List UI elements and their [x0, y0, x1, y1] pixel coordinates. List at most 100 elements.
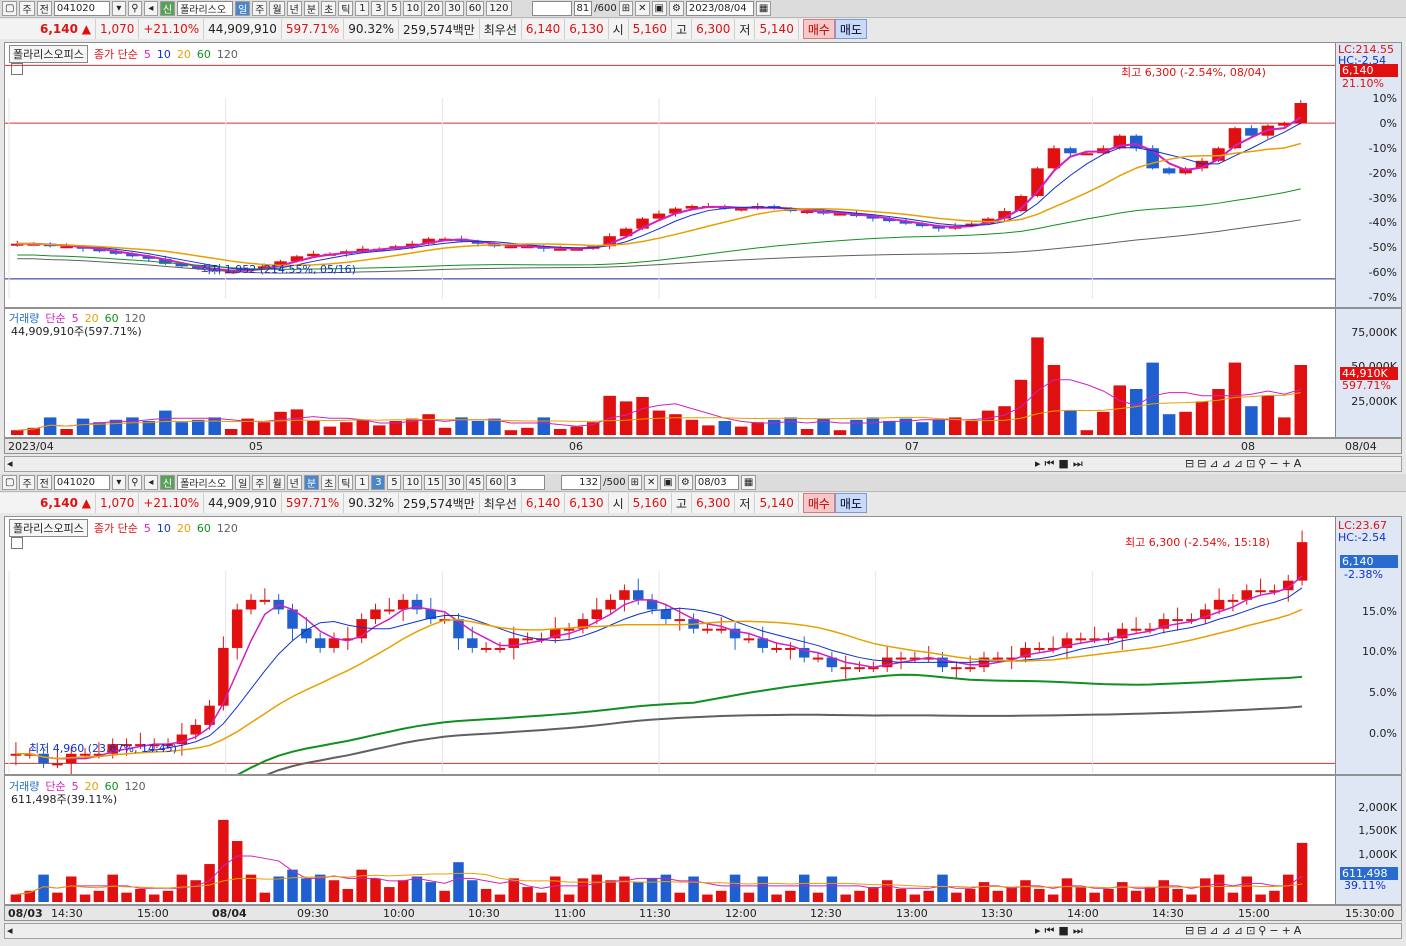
dropdown-icon[interactable]: ▾	[111, 475, 126, 490]
market-type-select[interactable]: 주	[19, 1, 35, 16]
display-count[interactable]: 132	[561, 475, 602, 490]
num-5-button[interactable]: 5	[387, 1, 402, 16]
num-30-button[interactable]: 30	[444, 475, 464, 490]
quote-price: 6,140	[39, 22, 78, 36]
prev-button[interactable]: 전	[36, 1, 52, 16]
calendar-icon[interactable]: ▦	[740, 475, 757, 490]
volume-bar	[1162, 414, 1176, 435]
zoom-in-icon[interactable]: ⊞	[618, 1, 634, 16]
tool-icon[interactable]: ✕	[635, 1, 650, 16]
num-1-button[interactable]: 1	[355, 1, 370, 16]
chart-tools[interactable]: ⊟⊟⊿⊿⊿⊡⚲−+A	[1185, 924, 1304, 937]
num-120-button[interactable]: 120	[486, 1, 512, 16]
date-input[interactable]: 2023/08/04	[685, 1, 754, 16]
period-tick-button[interactable]: 틱	[338, 475, 354, 490]
window-icon[interactable]: ▢	[2, 1, 18, 16]
gear-icon[interactable]: ⚙	[677, 475, 693, 490]
candle	[259, 599, 271, 602]
num-5-button[interactable]: 5	[387, 475, 402, 490]
date-input[interactable]: 08/03	[694, 475, 739, 490]
period-second-button[interactable]: 초	[321, 475, 337, 490]
period-day-button[interactable]: 일	[235, 475, 251, 490]
period-year-button[interactable]: 년	[286, 1, 302, 16]
tool-icon[interactable]: ✕	[644, 475, 659, 490]
period-month-button[interactable]: 월	[269, 475, 285, 490]
candle	[633, 590, 644, 600]
period-year-button[interactable]: 년	[286, 475, 302, 490]
period-tick-button[interactable]: 틱	[338, 1, 354, 16]
volume-bar	[218, 819, 229, 902]
period-minute-button[interactable]: 분	[303, 1, 320, 16]
scroll-left-icon[interactable]: ◂	[7, 457, 13, 470]
dropdown-icon[interactable]: ▾	[111, 1, 126, 16]
save-icon[interactable]: ▣	[651, 1, 667, 16]
volume-bar	[175, 422, 189, 435]
num-45-button[interactable]: 45	[465, 475, 485, 490]
candle	[735, 208, 748, 211]
num-10-button[interactable]: 10	[403, 1, 423, 16]
window-icon[interactable]: ▢	[2, 475, 18, 490]
period-month-button[interactable]: 월	[269, 1, 285, 16]
display-count[interactable]: 81	[573, 1, 593, 16]
num-3-button[interactable]: 3	[371, 1, 386, 16]
intraday-vol-axis[interactable]: 2,000K 1,500K 1,000K 611,498 39.11%	[1335, 776, 1401, 904]
quote-amount: 259,574백만	[399, 493, 480, 513]
intraday-y-axis[interactable]: LC:23.67 HC:-2.54 6,140 -2.38% 15.0% 10.…	[1335, 517, 1401, 774]
num-1-button[interactable]: 1	[355, 475, 370, 490]
volume-bar	[937, 874, 948, 902]
stock-code-input[interactable]: 041020	[53, 1, 110, 16]
volume-bar	[1020, 880, 1031, 902]
speaker-icon[interactable]: ◂	[143, 1, 158, 16]
prev-button[interactable]: 전	[36, 475, 52, 490]
intraday-scrollbar[interactable]: ◂ ▸⏮■⏭ ⊟⊟⊿⊿⊿⊡⚲−+A	[4, 923, 1402, 939]
count-input[interactable]	[531, 1, 572, 16]
intraday-time-axis: 08/03 14:30 15:00 08/04 09:30 10:00 10:3…	[4, 905, 1402, 921]
num-15-button[interactable]: 15	[424, 475, 443, 490]
calendar-icon[interactable]: ▦	[755, 1, 772, 16]
volume-bar	[964, 888, 976, 902]
intraday-volume-pane[interactable]: 거래량 단순 5 20 60 120 611,498주(39.11%) 2,00…	[4, 775, 1402, 905]
volume-bar	[826, 876, 838, 902]
daily-price-pane[interactable]: 폴라리스오피스 종가 단순 5 10 20 60 120 최고 6,300 (-…	[4, 42, 1402, 308]
market-type-select[interactable]: 주	[19, 475, 35, 490]
display-total: /600	[594, 3, 617, 14]
num-20-button[interactable]: 20	[424, 1, 443, 16]
num-30-button[interactable]: 30	[444, 1, 464, 16]
chart-tools[interactable]: ⊟⊟⊿⊿⊿⊡⚲−+A	[1185, 457, 1304, 470]
stock-name-field: 폴라리스오	[177, 1, 234, 16]
search-icon[interactable]: ⚲	[127, 475, 142, 490]
volume-bar	[833, 430, 847, 435]
volume-bar	[812, 892, 824, 902]
gear-icon[interactable]: ⚙	[668, 1, 684, 16]
intraday-price-tag: 6,140	[1340, 555, 1398, 568]
num-60-button[interactable]: 60	[465, 1, 485, 16]
period-minute-button[interactable]: 분	[303, 475, 320, 490]
period-day-button[interactable]: 일	[235, 1, 251, 16]
num-60-button[interactable]: 60	[486, 475, 506, 490]
num-10-button[interactable]: 10	[403, 475, 423, 490]
search-icon[interactable]: ⚲	[127, 1, 142, 16]
buy-button[interactable]: 매수	[802, 493, 835, 513]
save-icon[interactable]: ▣	[660, 475, 676, 490]
interval-input[interactable]: 3	[507, 475, 546, 490]
daily-scrollbar[interactable]: ◂ ▸⏮■⏭ ⊟⊟⊿⊿⊿⊡⚲−+A	[4, 456, 1402, 472]
daily-y-axis[interactable]: LC:214.55 HC:-2.54 6,140 21.10% 10% 0% -…	[1335, 43, 1401, 307]
volume-bar	[328, 880, 340, 902]
intraday-price-pane[interactable]: 폴라리스오피스 종가 단순 5 10 20 60 120 최고 6,300 (-…	[4, 516, 1402, 775]
volume-bar	[79, 894, 91, 902]
buy-button[interactable]: 매수	[802, 19, 835, 39]
period-week-button[interactable]: 주	[252, 475, 268, 490]
daily-volume-pane[interactable]: 거래량 단순 5 20 60 120 44,909,910주(597.71%) …	[4, 308, 1402, 438]
num-3-button[interactable]: 3	[371, 475, 386, 490]
scroll-left-icon[interactable]: ◂	[7, 924, 13, 937]
sell-button[interactable]: 매도	[834, 493, 868, 513]
speaker-icon[interactable]: ◂	[143, 475, 158, 490]
sell-button[interactable]: 매도	[834, 19, 868, 39]
period-week-button[interactable]: 주	[252, 1, 268, 16]
daily-vol-axis[interactable]: 75,000K 50,000K 25,000K 44,910K 597.71%	[1335, 309, 1401, 437]
stock-code-input[interactable]: 041020	[53, 475, 110, 490]
playback-controls[interactable]: ▸⏮■⏭	[1035, 457, 1087, 471]
playback-controls[interactable]: ▸⏮■⏭	[1035, 924, 1087, 938]
zoom-in-icon[interactable]: ⊞	[627, 475, 643, 490]
period-second-button[interactable]: 초	[321, 1, 337, 16]
